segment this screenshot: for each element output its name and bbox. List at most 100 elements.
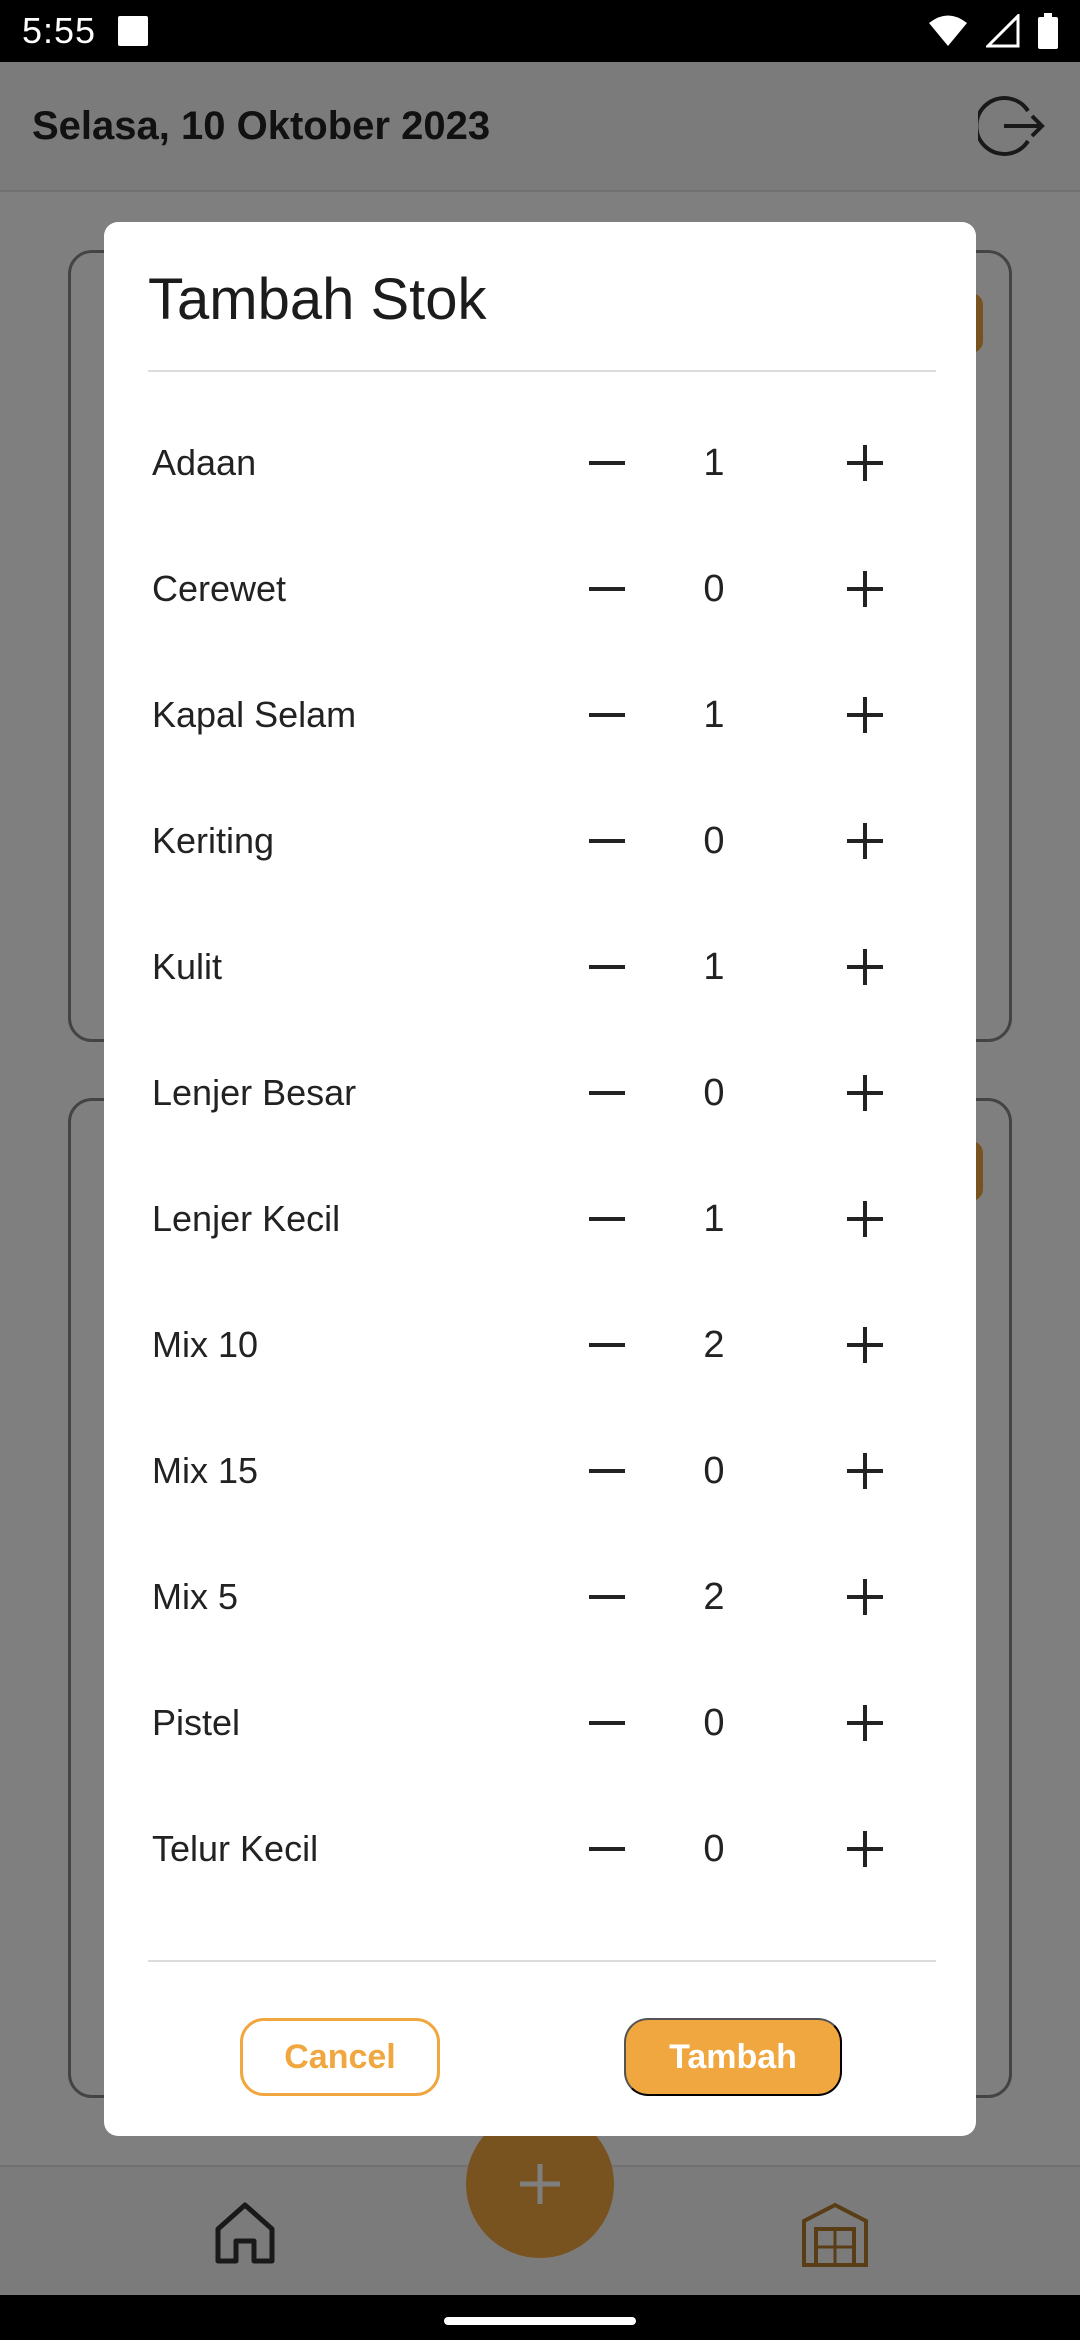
minus-icon bbox=[589, 713, 625, 717]
quantity-value: 1 bbox=[703, 693, 725, 736]
increment-button[interactable] bbox=[830, 1814, 900, 1884]
minus-icon bbox=[589, 1469, 625, 1473]
stock-item-row: Kapal Selam 1 bbox=[104, 652, 976, 778]
stock-item-list: Adaan 1 Cerewet 0 Kapal Selam 1 Keriting 0 Kulit… bbox=[104, 400, 976, 1912]
plus-icon bbox=[847, 571, 883, 607]
plus-icon bbox=[847, 697, 883, 733]
stock-item-name: Kulit bbox=[152, 946, 223, 987]
decrement-button[interactable] bbox=[572, 932, 642, 1002]
divider bbox=[148, 370, 936, 372]
cancel-button[interactable]: Cancel bbox=[240, 2018, 440, 2096]
increment-button[interactable] bbox=[830, 806, 900, 876]
quantity-value: 0 bbox=[703, 1071, 725, 1114]
minus-icon bbox=[589, 1217, 625, 1221]
quantity-value: 2 bbox=[703, 1575, 725, 1618]
stock-item-row: Adaan 1 bbox=[104, 400, 976, 526]
decrement-button[interactable] bbox=[572, 1436, 642, 1506]
quantity-value: 0 bbox=[703, 819, 725, 862]
decrement-button[interactable] bbox=[572, 680, 642, 750]
stock-item-name: Cerewet bbox=[152, 568, 287, 609]
increment-button[interactable] bbox=[830, 1688, 900, 1758]
stock-item-name: Adaan bbox=[152, 442, 257, 483]
minus-icon bbox=[589, 965, 625, 969]
stock-item-name: Kapal Selam bbox=[152, 694, 357, 735]
stock-item-name: Lenjer Kecil bbox=[152, 1198, 341, 1239]
increment-button[interactable] bbox=[830, 932, 900, 1002]
plus-icon bbox=[847, 1831, 883, 1867]
decrement-button[interactable] bbox=[572, 806, 642, 876]
decrement-button[interactable] bbox=[572, 1688, 642, 1758]
stock-item-name: Telur Kecil bbox=[152, 1828, 319, 1869]
status-time: 5:55 bbox=[22, 10, 97, 51]
quantity-value: 1 bbox=[703, 1197, 725, 1240]
gesture-bar bbox=[0, 2295, 1080, 2340]
stock-item-row: Mix 5 2 bbox=[104, 1534, 976, 1660]
tambah-button[interactable]: Tambah bbox=[624, 2018, 842, 2096]
stock-item-row: Mix 15 0 bbox=[104, 1408, 976, 1534]
decrement-button[interactable] bbox=[572, 1562, 642, 1632]
stock-item-row: Keriting 0 bbox=[104, 778, 976, 904]
stock-item-row: Mix 10 2 bbox=[104, 1282, 976, 1408]
plus-icon bbox=[847, 949, 883, 985]
stock-item-row: Pistel 0 bbox=[104, 1660, 976, 1786]
add-stock-dialog: Tambah Stok Adaan 1 Cerewet 0 Kapal Selam 1 Ke… bbox=[104, 222, 976, 2136]
quantity-value: 0 bbox=[703, 1827, 725, 1870]
divider bbox=[148, 1960, 936, 1962]
stock-item-row: Cerewet 0 bbox=[104, 526, 976, 652]
increment-button[interactable] bbox=[830, 1436, 900, 1506]
quantity-value: 1 bbox=[703, 945, 725, 988]
increment-button[interactable] bbox=[830, 1562, 900, 1632]
plus-icon bbox=[847, 1075, 883, 1111]
screen: 5:55 Selasa, 10 Oktober 2023 bbox=[0, 0, 1080, 2340]
wifi-icon bbox=[929, 15, 967, 46]
stock-item-name: Pistel bbox=[152, 1702, 241, 1743]
plus-icon bbox=[847, 1327, 883, 1363]
stock-item-row: Lenjer Besar 0 bbox=[104, 1030, 976, 1156]
minus-icon bbox=[589, 461, 625, 465]
decrement-button[interactable] bbox=[572, 1814, 642, 1884]
quantity-value: 0 bbox=[703, 567, 725, 610]
increment-button[interactable] bbox=[830, 554, 900, 624]
plus-icon bbox=[847, 1705, 883, 1741]
increment-button[interactable] bbox=[830, 1310, 900, 1380]
increment-button[interactable] bbox=[830, 1184, 900, 1254]
decrement-button[interactable] bbox=[572, 1310, 642, 1380]
plus-icon bbox=[847, 1201, 883, 1237]
dialog-title: Tambah Stok bbox=[148, 267, 487, 332]
signal-icon bbox=[986, 14, 1020, 48]
plus-icon bbox=[847, 1579, 883, 1615]
battery-icon bbox=[1038, 13, 1058, 49]
increment-button[interactable] bbox=[830, 428, 900, 498]
status-icons bbox=[928, 13, 1058, 49]
quantity-value: 1 bbox=[703, 441, 725, 484]
quantity-value: 0 bbox=[703, 1449, 725, 1492]
decrement-button[interactable] bbox=[572, 428, 642, 498]
quantity-value: 0 bbox=[703, 1701, 725, 1744]
increment-button[interactable] bbox=[830, 680, 900, 750]
minus-icon bbox=[589, 1721, 625, 1725]
minus-icon bbox=[589, 1343, 625, 1347]
stock-item-name: Mix 15 bbox=[152, 1450, 259, 1491]
plus-icon bbox=[847, 1453, 883, 1489]
minus-icon bbox=[589, 587, 625, 591]
decrement-button[interactable] bbox=[572, 554, 642, 624]
quantity-value: 2 bbox=[703, 1323, 725, 1366]
stock-item-name: Lenjer Besar bbox=[152, 1072, 357, 1113]
status-bar: 5:55 bbox=[0, 0, 1080, 62]
stock-item-row: Lenjer Kecil 1 bbox=[104, 1156, 976, 1282]
home-gesture-pill[interactable] bbox=[444, 2317, 636, 2325]
plus-icon bbox=[847, 823, 883, 859]
minus-icon bbox=[589, 1595, 625, 1599]
stock-item-name: Mix 5 bbox=[152, 1576, 239, 1617]
stock-item-row: Telur Kecil 0 bbox=[104, 1786, 976, 1912]
decrement-button[interactable] bbox=[572, 1058, 642, 1128]
plus-icon bbox=[847, 445, 883, 481]
minus-icon bbox=[589, 1091, 625, 1095]
notification-icon bbox=[118, 16, 149, 46]
increment-button[interactable] bbox=[830, 1058, 900, 1128]
minus-icon bbox=[589, 839, 625, 843]
minus-icon bbox=[589, 1847, 625, 1851]
stock-item-row: Kulit 1 bbox=[104, 904, 976, 1030]
decrement-button[interactable] bbox=[572, 1184, 642, 1254]
stock-item-name: Mix 10 bbox=[152, 1324, 259, 1365]
